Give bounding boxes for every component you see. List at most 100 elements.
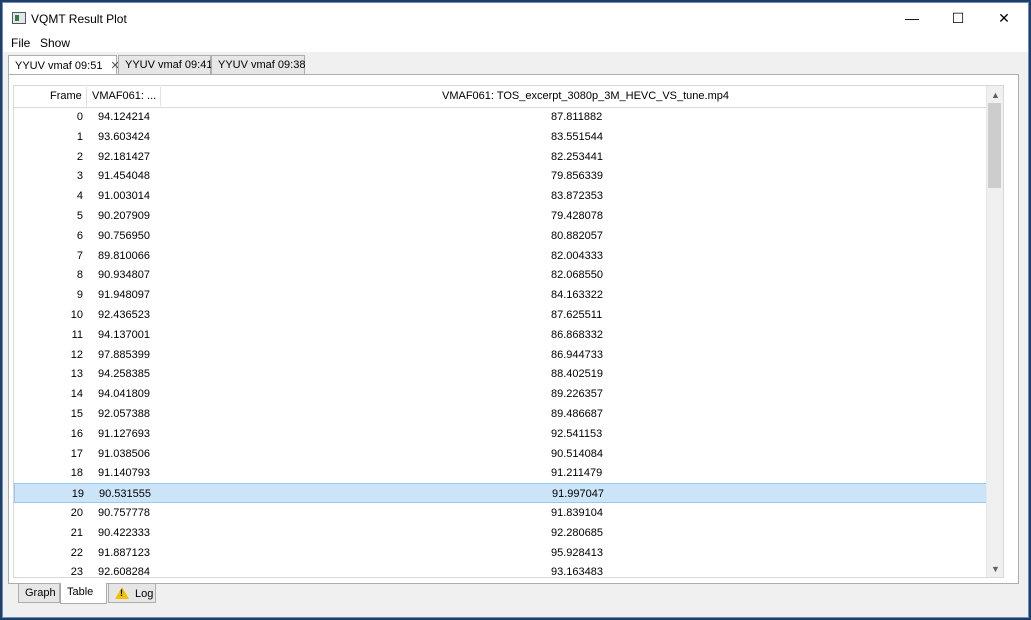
title-bar: VQMT Result Plot — ☐ ✕ [3, 3, 1028, 33]
vmaf-file-cell: 95.928413 [551, 546, 603, 559]
frame-cell: 21 [70, 526, 83, 539]
close-button[interactable]: ✕ [981, 3, 1027, 33]
column-header-vmaf-file[interactable]: VMAF061: TOS_excerpt_3080p_3M_HEVC_VS_tu… [442, 90, 729, 102]
vmaf-ref-cell: 97.885399 [98, 348, 150, 361]
table-row[interactable]: 6 90.756950 80.882057 [14, 226, 987, 246]
results-table: Frame VMAF061: ... VMAF061: TOS_excerpt_… [13, 85, 1004, 578]
vmaf-ref-cell: 90.757778 [98, 507, 150, 519]
table-row[interactable]: 2 92.181427 82.253441 [14, 147, 987, 167]
menu-bar: File Show [3, 33, 1028, 52]
column-header-frame[interactable]: Frame [50, 90, 82, 102]
tab-vmaf-0951[interactable]: YYUV vmaf 09:51 ✕ [8, 55, 120, 76]
frame-cell: 20 [70, 507, 83, 519]
vmaf-file-cell: 82.253441 [551, 150, 603, 163]
table-row[interactable]: 21 90.422333 92.280685 [14, 523, 987, 543]
table-row[interactable]: 0 94.124214 87.811882 [14, 107, 987, 127]
table-row[interactable]: 20 90.757778 91.839104 [14, 503, 987, 523]
vmaf-file-cell: 89.486687 [551, 408, 603, 420]
frame-cell: 18 [70, 467, 83, 480]
vmaf-ref-cell: 94.124214 [98, 111, 150, 123]
app-icon [12, 12, 26, 24]
vmaf-ref-cell: 92.608284 [98, 566, 150, 578]
frame-cell: 3 [76, 170, 83, 183]
vmaf-ref-cell: 93.603424 [98, 130, 150, 143]
tab-label: YYUV vmaf 09:51 [15, 60, 103, 72]
table-row[interactable]: 10 92.436523 87.625511 [14, 305, 987, 325]
table-row[interactable]: 11 94.137001 86.868332 [14, 325, 987, 345]
vmaf-file-cell: 91.211479 [551, 467, 603, 480]
vmaf-file-cell: 79.856339 [551, 170, 603, 183]
tab-label: YYUV vmaf 09:38 [218, 59, 306, 71]
tab-log[interactable]: Log [108, 583, 156, 603]
vmaf-ref-cell: 89.810066 [98, 249, 150, 262]
table-row[interactable]: 7 89.810066 82.004333 [14, 246, 987, 266]
vmaf-file-cell: 88.402519 [551, 368, 603, 381]
menu-show[interactable]: Show [40, 36, 70, 50]
vertical-scrollbar[interactable]: ▲ ▼ [986, 86, 1003, 577]
column-divider [160, 87, 161, 106]
window-title: VQMT Result Plot [31, 12, 127, 26]
vmaf-ref-cell: 90.422333 [98, 526, 150, 539]
table-row[interactable]: 23 92.608284 93.163483 [14, 562, 987, 578]
maximize-button[interactable]: ☐ [935, 3, 981, 33]
minimize-button[interactable]: — [889, 3, 935, 33]
table-row[interactable]: 5 90.207909 79.428078 [14, 206, 987, 226]
table-row[interactable]: 16 91.127693 92.541153 [14, 424, 987, 444]
table-row[interactable]: 9 91.948097 84.163322 [14, 285, 987, 305]
vmaf-ref-cell: 90.756950 [98, 229, 150, 242]
frame-cell: 19 [71, 488, 84, 501]
table-row[interactable]: 15 92.057388 89.486687 [14, 404, 987, 424]
frame-cell: 17 [70, 447, 83, 460]
table-row[interactable]: 19 90.531555 91.997047 [14, 483, 987, 503]
vmaf-file-cell: 87.625511 [551, 309, 603, 321]
vmaf-file-cell: 86.868332 [551, 328, 603, 341]
scroll-down-icon[interactable]: ▼ [987, 560, 1003, 577]
warning-icon [115, 587, 129, 599]
table-row[interactable]: 3 91.454048 79.856339 [14, 166, 987, 186]
vmaf-file-cell: 90.514084 [551, 447, 603, 460]
vmaf-ref-cell: 94.041809 [98, 388, 150, 401]
frame-cell: 22 [70, 546, 83, 559]
frame-cell: 10 [70, 309, 83, 321]
vmaf-file-cell: 83.551544 [551, 130, 603, 143]
table-row[interactable]: 14 94.041809 89.226357 [14, 384, 987, 404]
vmaf-ref-cell: 90.207909 [98, 210, 150, 222]
table-row[interactable]: 4 91.003014 83.872353 [14, 186, 987, 206]
frame-cell: 11 [71, 328, 83, 341]
table-row[interactable]: 1 93.603424 83.551544 [14, 127, 987, 147]
frame-cell: 6 [76, 229, 83, 242]
frame-cell: 1 [76, 130, 83, 143]
table-row[interactable]: 8 90.934807 82.068550 [14, 265, 987, 285]
vmaf-file-cell: 80.882057 [551, 229, 603, 242]
tab-graph[interactable]: Graph [18, 583, 60, 603]
frame-cell: 4 [76, 190, 83, 203]
vmaf-file-cell: 82.004333 [551, 249, 603, 262]
tab-label: Graph [25, 587, 56, 599]
frame-cell: 9 [76, 289, 83, 302]
vmaf-ref-cell: 94.258385 [98, 368, 150, 381]
scroll-up-icon[interactable]: ▲ [987, 86, 1003, 103]
table-row[interactable]: 18 91.140793 91.211479 [14, 463, 987, 483]
table-row[interactable]: 13 94.258385 88.402519 [14, 364, 987, 384]
vmaf-ref-cell: 94.137001 [98, 328, 150, 341]
table-row[interactable]: 12 97.885399 86.944733 [14, 345, 987, 365]
tab-table[interactable]: Table [60, 583, 107, 604]
frame-cell: 16 [70, 427, 83, 440]
vmaf-file-cell: 79.428078 [551, 210, 603, 222]
menu-file[interactable]: File [11, 36, 30, 50]
vmaf-ref-cell: 91.038506 [98, 447, 150, 460]
column-divider [86, 87, 87, 106]
table-header: Frame VMAF061: ... VMAF061: TOS_excerpt_… [14, 86, 987, 108]
scrollbar-thumb[interactable] [988, 103, 1001, 188]
frame-cell: 13 [70, 368, 83, 381]
vmaf-file-cell: 92.280685 [551, 526, 603, 539]
column-header-vmaf-ref[interactable]: VMAF061: ... [92, 90, 156, 102]
frame-cell: 7 [76, 249, 83, 262]
vmaf-ref-cell: 91.948097 [98, 289, 150, 302]
frame-cell: 5 [76, 210, 83, 222]
vmaf-ref-cell: 91.887123 [98, 546, 150, 559]
tab-vmaf-0938[interactable]: YYUV vmaf 09:38 [211, 55, 305, 75]
table-row[interactable]: 17 91.038506 90.514084 [14, 444, 987, 464]
table-row[interactable]: 22 91.887123 95.928413 [14, 543, 987, 563]
tab-vmaf-0941[interactable]: YYUV vmaf 09:41 [118, 55, 212, 75]
